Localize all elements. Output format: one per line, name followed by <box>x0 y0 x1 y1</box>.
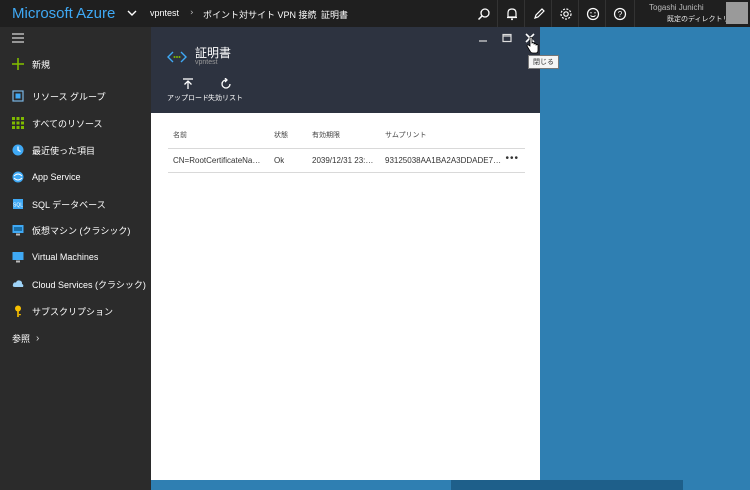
sidebar-item-virtual-machines[interactable]: Virtual Machines <box>0 246 151 268</box>
column-header-thumbprint[interactable]: サムプリント <box>385 130 426 140</box>
cloud-services-icon <box>12 278 24 290</box>
recent-icon <box>12 144 24 156</box>
more-options-icon[interactable]: ••• <box>505 153 519 164</box>
hamburger-menu-icon[interactable] <box>12 33 24 43</box>
cell-name: CN=RootCertificateNa… <box>173 156 261 165</box>
certificate-icon <box>167 51 187 63</box>
sidebar-item-app-service[interactable]: App Service <box>0 166 151 188</box>
sidebar-item-label: Cloud Services (クラシック) <box>32 279 146 290</box>
blade-content: 名前 状態 有効期限 サムプリント CN=RootCertificateNa… … <box>151 113 540 490</box>
column-header-expiry[interactable]: 有効期限 <box>312 130 340 140</box>
sidebar-item-label: サブスクリプション <box>32 306 114 317</box>
search-icon[interactable] <box>470 0 497 27</box>
bottom-bar-segment <box>451 480 683 490</box>
brand-title[interactable]: Microsoft Azure <box>12 5 115 22</box>
sidebar-item-label: 仮想マシン (クラシック) <box>32 225 131 236</box>
cell-status: Ok <box>274 156 285 165</box>
sql-database-icon: SQL <box>12 198 24 210</box>
sidebar-item-recent[interactable]: 最近使った項目 <box>0 139 151 161</box>
column-header-status[interactable]: 状態 <box>274 130 288 140</box>
grid-header: 名前 状態 有効期限 サムプリント <box>168 128 525 149</box>
maximize-icon[interactable] <box>500 31 514 45</box>
breadcrumb-p2s[interactable]: ポイント対サイト VPN 接続 <box>203 8 317 21</box>
all-resources-icon <box>12 117 24 129</box>
svg-text:?: ? <box>617 10 622 19</box>
upload-button[interactable]: アップロード <box>167 78 209 103</box>
sidebar-item-label: 参照 <box>12 333 31 344</box>
sidebar-item-label: すべてのリソース <box>32 118 103 129</box>
app-service-icon <box>12 171 24 183</box>
sidebar: 新規 リソース グループ すべてのリソース 最近使った項目 App Servic… <box>0 27 151 490</box>
sidebar-item-all-resources[interactable]: すべてのリソース <box>0 112 151 134</box>
edit-pencil-icon[interactable] <box>524 0 552 27</box>
avatar <box>726 2 748 24</box>
breadcrumb-vpntest[interactable]: vpntest <box>150 8 179 18</box>
certificate-grid: 名前 状態 有効期限 サムプリント CN=RootCertificateNa… … <box>168 128 525 173</box>
sidebar-item-subscriptions[interactable]: サブスクリプション <box>0 300 151 322</box>
chevron-down-icon[interactable] <box>126 7 138 19</box>
subscriptions-key-icon <box>12 305 24 317</box>
cell-thumbprint: 93125038AA1BA2A3DDADE7… <box>385 156 502 165</box>
user-name: Togashi Junichi <box>649 3 704 12</box>
top-bar: Microsoft Azure vpntest › ポイント対サイト VPN 接… <box>0 0 750 27</box>
settings-gear-icon[interactable] <box>551 0 579 27</box>
notifications-bell-icon[interactable] <box>497 0 525 27</box>
revoked-list-label: 失効リスト <box>208 95 243 102</box>
upload-label: アップロード <box>167 95 209 102</box>
minimize-icon[interactable] <box>476 31 490 45</box>
sidebar-item-resource-groups[interactable]: リソース グループ <box>0 85 151 107</box>
breadcrumb-certs[interactable]: 証明書 <box>321 8 348 21</box>
close-tooltip: 閉じる <box>528 55 559 69</box>
sidebar-item-label: Virtual Machines <box>32 252 99 262</box>
sidebar-item-cloud-services[interactable]: Cloud Services (クラシック) <box>0 273 151 295</box>
sidebar-item-label: リソース グループ <box>32 91 106 102</box>
sidebar-item-label: SQL データベース <box>32 199 106 210</box>
user-directory: 既定のディレクトリ <box>667 16 730 23</box>
revoked-list-button[interactable]: 失効リスト <box>208 78 243 103</box>
resource-groups-icon <box>12 90 24 102</box>
sidebar-item-new[interactable]: 新規 <box>0 53 151 75</box>
feedback-smiley-icon[interactable] <box>578 0 606 27</box>
plus-icon <box>12 58 24 70</box>
sidebar-item-sql-database[interactable]: SQL SQL データベース <box>0 193 151 215</box>
svg-text:SQL: SQL <box>13 203 23 209</box>
virtual-machines-icon <box>12 251 24 263</box>
sidebar-item-vm-classic[interactable]: 仮想マシン (クラシック) <box>0 219 151 241</box>
sidebar-item-label: 最近使った項目 <box>32 145 96 156</box>
sidebar-item-label: 新規 <box>32 59 51 70</box>
cell-expiry: 2039/12/31 23:… <box>312 156 374 165</box>
sidebar-item-browse[interactable]: 参照 › <box>0 327 151 349</box>
table-row[interactable]: CN=RootCertificateNa… Ok 2039/12/31 23:…… <box>168 149 525 173</box>
hand-cursor-icon <box>526 37 539 54</box>
user-account[interactable]: Togashi Junichi 既定のディレクトリ <box>634 0 750 27</box>
blade-header: 証明書 vpntest アップロード 失効リスト <box>151 27 540 113</box>
upload-icon <box>183 78 193 89</box>
column-header-name[interactable]: 名前 <box>173 130 187 140</box>
vm-classic-icon <box>12 224 24 236</box>
sidebar-item-label: App Service <box>32 172 81 182</box>
breadcrumb-separator-icon: › <box>190 8 194 18</box>
blade-subtitle: vpntest <box>195 59 218 66</box>
chevron-right-icon: › <box>36 332 40 344</box>
help-icon[interactable]: ? <box>605 0 633 27</box>
breadcrumb-separator-icon: › <box>309 8 313 18</box>
refresh-icon <box>220 78 231 89</box>
bottom-bar <box>151 480 451 490</box>
